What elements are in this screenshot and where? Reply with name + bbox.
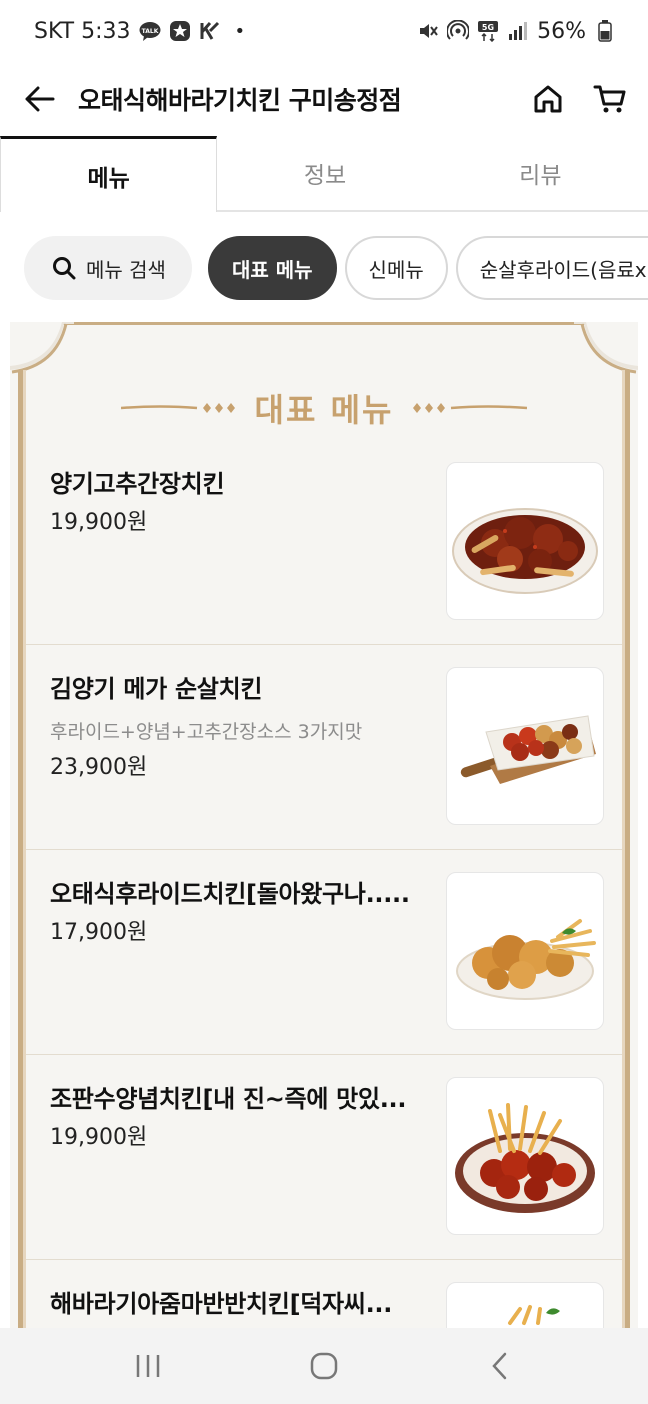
cart-icon[interactable] — [592, 81, 628, 117]
menu-item-name: 양기고추간장치킨 — [50, 470, 225, 498]
back-arrow-icon[interactable] — [22, 81, 58, 117]
star-badge-icon — [169, 20, 191, 42]
menu-item-price: 23,900원 — [50, 755, 148, 780]
menu-board: 대표 메뉴 양기고추간장치킨 19,900원 김양기 메가 순살치킨 후라이드+… — [10, 322, 638, 1404]
mute-icon — [417, 20, 439, 42]
menu-item[interactable]: 양기고추간장치킨 19,900원 — [26, 440, 622, 645]
seasoned-chicken-image — [446, 1077, 604, 1235]
chip-featured-menu[interactable]: 대표 메뉴 — [207, 236, 337, 300]
page-title: 오태식해바라기치킨 구미송정점 — [78, 86, 402, 115]
section-header: 대표 메뉴 — [10, 388, 638, 429]
board-rail-right — [622, 370, 630, 1332]
status-left: SKT 5:33 TALK • — [34, 19, 245, 44]
battery-icon — [594, 20, 616, 42]
menu-item-price: 19,900원 — [50, 510, 148, 535]
hotspot-icon — [447, 20, 470, 42]
battery-percent: 56% — [537, 18, 586, 44]
status-bar: SKT 5:33 TALK • 5G 56% — [0, 0, 648, 62]
menu-item-name: 김양기 메가 순살치킨 — [50, 675, 263, 703]
menu-item[interactable]: 김양기 메가 순살치킨 후라이드+양념+고추간장소스 3가지맛 23,900원 — [26, 645, 622, 850]
tab-reviews[interactable]: 리뷰 — [433, 136, 648, 210]
menu-item[interactable]: 조판수양념치킨[내 진~즉에 맛있... 19,900원 — [26, 1055, 622, 1260]
menu-item-price: 19,900원 — [50, 1125, 148, 1150]
chip-new-menu[interactable]: 신메뉴 — [344, 236, 448, 300]
home-icon[interactable] — [530, 81, 566, 117]
back-chevron-icon[interactable] — [470, 1341, 530, 1391]
ornament-left-icon — [120, 401, 239, 415]
carrier-time: SKT 5:33 — [34, 18, 131, 44]
boneless-combo-chicken-image — [446, 667, 604, 825]
notification-dot: • — [234, 20, 246, 42]
header-actions — [530, 81, 628, 117]
menu-item-name: 조판수양념치킨[내 진~즉에 맛있... — [50, 1085, 407, 1113]
menu-search-label: 메뉴 검색 — [86, 257, 166, 282]
svg-text:TALK: TALK — [141, 28, 158, 35]
home-circle-icon[interactable] — [294, 1341, 354, 1391]
system-nav-bar — [0, 1328, 648, 1404]
tab-bar: 메뉴 정보 리뷰 — [0, 136, 648, 212]
menu-item-name: 해바라기아줌마반반치킨[덕자씨... — [50, 1290, 393, 1318]
tab-menu[interactable]: 메뉴 — [0, 136, 218, 212]
search-icon — [53, 257, 76, 280]
5g-icon: 5G — [477, 20, 499, 42]
chip-boneless-fried[interactable]: 순살후라이드(음료x,치 — [455, 236, 648, 300]
board-top-edge — [62, 322, 586, 325]
status-right: 5G 56% — [417, 19, 616, 44]
section-title: 대표 메뉴 — [254, 391, 394, 429]
menu-search-button[interactable]: 메뉴 검색 — [24, 236, 192, 300]
menu-item-price: 17,900원 — [50, 920, 148, 945]
board-rail-left — [18, 370, 26, 1332]
talk-icon: TALK — [139, 20, 161, 42]
fried-chicken-image — [446, 872, 604, 1030]
svg-text:5G: 5G — [482, 23, 494, 32]
menu-item-name: 오태식후라이드치킨[돌아왔구나..... — [50, 880, 410, 908]
k-app-icon — [199, 20, 221, 42]
ornament-right-icon — [409, 401, 528, 415]
menu-category-chips: 메뉴 검색 대표 메뉴 신메뉴 순살후라이드(음료x,치 — [24, 236, 648, 300]
menu-list: 양기고추간장치킨 19,900원 김양기 메가 순살치킨 후라이드+양념+고추간… — [26, 440, 622, 1404]
recent-apps-icon[interactable] — [118, 1341, 178, 1391]
signal-icon — [507, 20, 529, 42]
app-header: 오태식해바라기치킨 구미송정점 — [0, 62, 648, 136]
soy-chili-chicken-image — [446, 462, 604, 620]
menu-item-description: 후라이드+양념+고추간장소스 3가지맛 — [50, 721, 363, 743]
tab-info[interactable]: 정보 — [217, 136, 432, 210]
menu-item[interactable]: 오태식후라이드치킨[돌아왔구나..... 17,900원 — [26, 850, 622, 1055]
